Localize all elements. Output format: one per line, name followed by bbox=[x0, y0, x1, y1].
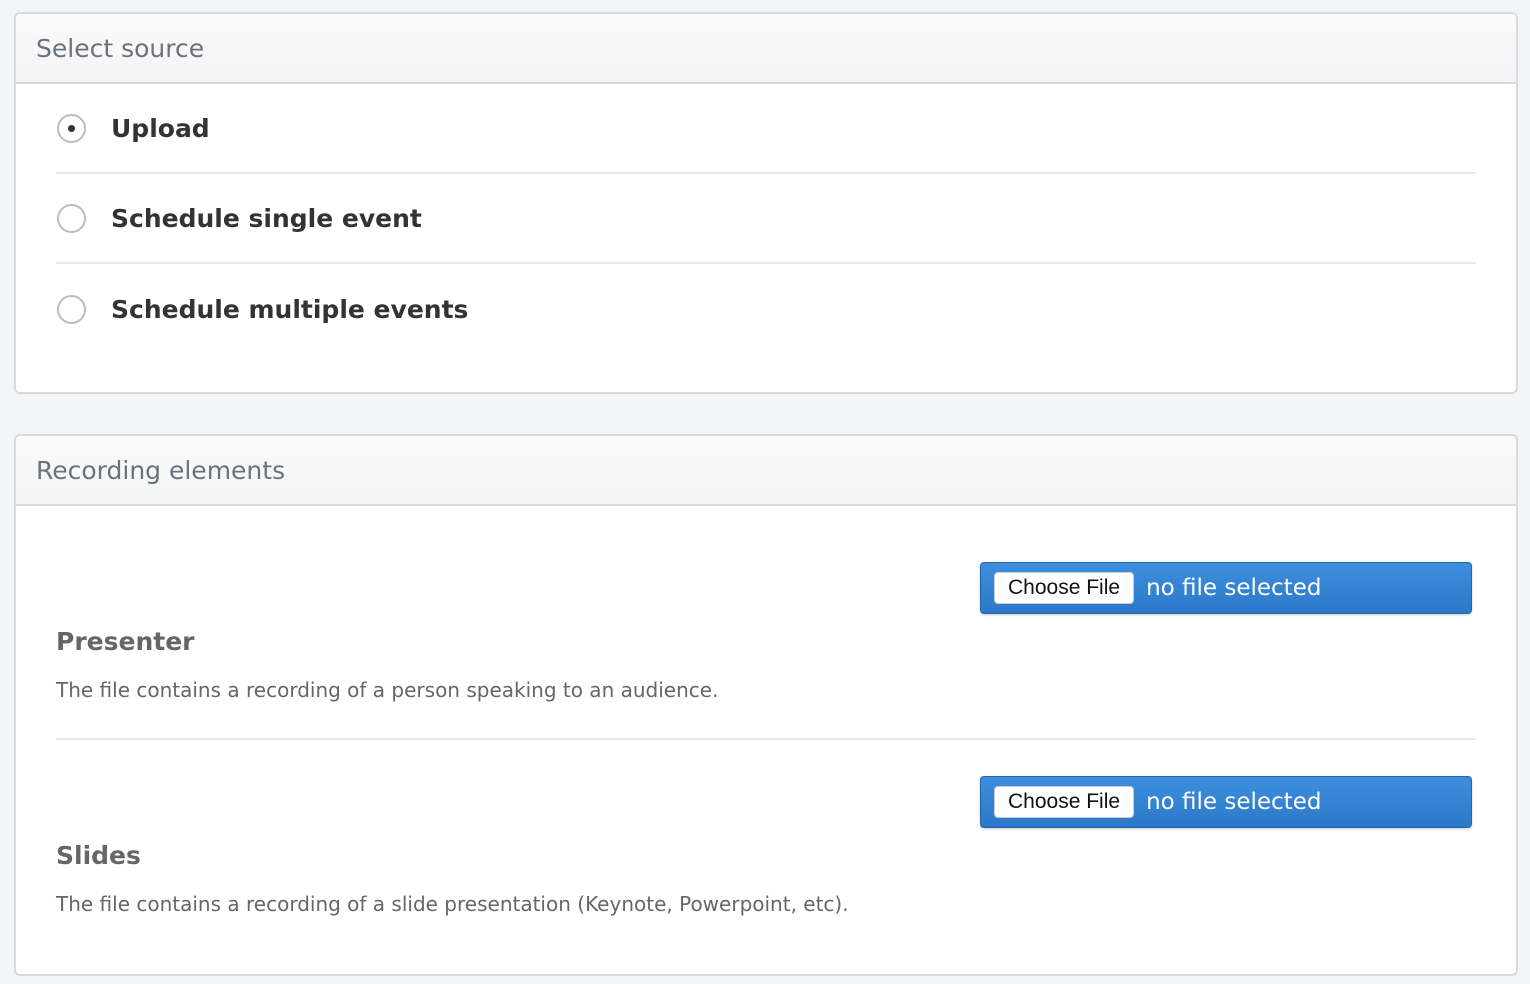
radio-label: Upload bbox=[111, 113, 210, 143]
radio-label: Schedule single event bbox=[111, 203, 422, 233]
element-description: The file contains a recording of a slide… bbox=[56, 892, 849, 916]
element-presenter: Choose File no file selected Presenter T… bbox=[56, 506, 1476, 740]
radio-multiple-events[interactable] bbox=[57, 294, 86, 324]
select-source-panel: Select source Upload Schedule single eve… bbox=[14, 12, 1518, 394]
radio-upload[interactable] bbox=[57, 113, 86, 143]
panel-title: Recording elements bbox=[16, 436, 1516, 506]
choose-file-button[interactable]: Choose File bbox=[994, 786, 1135, 818]
file-status: no file selected bbox=[1146, 575, 1322, 601]
slides-file-input[interactable]: Choose File no file selected bbox=[980, 776, 1472, 828]
recording-elements-panel: Recording elements Choose File no file s… bbox=[14, 434, 1518, 976]
source-option-single-event[interactable]: Schedule single event bbox=[56, 174, 1476, 264]
panel-title: Select source bbox=[16, 14, 1516, 84]
radio-single-event[interactable] bbox=[57, 203, 86, 233]
radio-label: Schedule multiple events bbox=[111, 294, 469, 324]
file-status: no file selected bbox=[1146, 789, 1322, 815]
choose-file-button[interactable]: Choose File bbox=[994, 572, 1135, 604]
element-title: Slides bbox=[56, 841, 141, 870]
source-option-upload[interactable]: Upload bbox=[56, 84, 1476, 174]
presenter-file-input[interactable]: Choose File no file selected bbox=[980, 562, 1472, 614]
element-description: The file contains a recording of a perso… bbox=[56, 678, 719, 702]
source-option-multiple-events[interactable]: Schedule multiple events bbox=[56, 264, 1476, 354]
element-title: Presenter bbox=[56, 627, 195, 656]
element-slides: Choose File no file selected Slides The … bbox=[56, 740, 1476, 974]
